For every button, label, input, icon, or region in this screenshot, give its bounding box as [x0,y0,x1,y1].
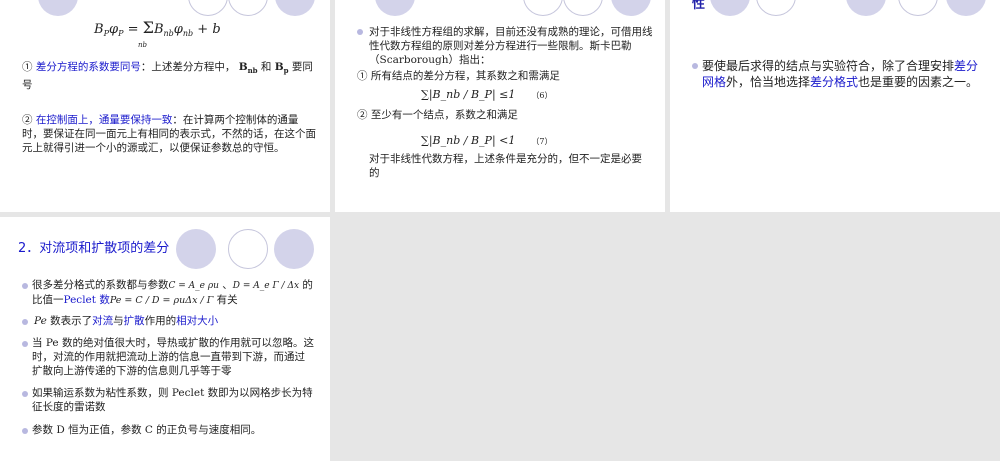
decorative-circle [756,0,796,16]
bullet-reynolds: 如果输运系数为粘性系数，则 Peclet 数即为以网格步长为特征长度的雷诺数 [32,387,313,413]
decorative-circle [228,229,268,269]
bullet-grid-scheme: 要使最后求得的结点与实验符合，除了合理安排差分网格外，恰当地选择差分格式也是重要… [702,59,979,89]
slide-thumbnail-2[interactable]: 对于非线性方程组的求解，目前还没有成熟的理论，可借用线性代数方程组的原则对差分方… [335,0,665,212]
condition-1: ① 差分方程的系数要同号：上述差分方程中， Bnb 和 Bp 要同号 [22,61,313,92]
decorative-circle [523,0,563,16]
decorative-circle [176,229,216,269]
sum-subscript: nb [138,41,147,49]
heading-fragment: 性 [692,0,706,12]
bullet-marker [22,391,28,397]
equation-balance: BPφP = ΣBnbφnb + b [94,18,221,38]
slide-thumbnail-4[interactable]: 2．对流项和扩散项的差分 很多差分格式的系数都与参数C = A_e ρu 、D … [0,217,330,461]
condition-2: ② 在控制面上，通量要保持一致：在计算两个控制体的通量时，要保证在同一面元上有相… [22,114,316,154]
decorative-circle [38,0,78,16]
bullet-sign-d-c: 参数 D 恒为正值，参数 C 的正负号与速度相同。 [32,424,262,436]
bullet-marker [692,63,698,69]
decorative-circle [710,0,750,16]
decorative-circle [274,229,314,269]
bullet-nonlinear: 对于非线性方程组的求解，目前还没有成熟的理论，可借用线性代数方程组的原则对差分方… [369,26,653,66]
conclusion-text: 对于非线性代数方程，上述条件是充分的，但不一定是必要的 [369,153,642,179]
bullet-large-pe: 当 Pe 数的绝对值很大时，导热或扩散的作用就可以忽略。这时，对流的作用就把流动… [32,337,314,377]
decorative-circle [375,0,415,16]
bullet-marker [22,341,28,347]
bullet-marker [22,428,28,434]
slide-thumbnail-1[interactable]: BPφP = ΣBnbφnb + b nb ① 差分方程的系数要同号：上述差分方… [0,0,330,212]
bullet-marker [357,29,363,35]
decorative-circle [188,0,228,16]
bullet-marker [22,319,28,325]
bullet-marker [22,283,28,289]
decorative-circle [611,0,651,16]
decorative-circle [563,0,603,16]
decorative-circle [275,0,315,16]
bullet-peclet-ratio: 很多差分格式的系数都与参数C = A_e ρu 、D = A_e Γ / Δx … [32,279,313,306]
inequality-6: ∑|B_nb / B_P| ≤1 （6） [421,88,553,101]
decorative-circle [898,0,938,16]
decorative-circle [846,0,886,16]
inequality-7: ∑|B_nb / B_P| <1 （7） [421,134,553,147]
decorative-circle [946,0,986,16]
condition-2: ② 至少有一个结点，系数之和满足 [357,109,518,121]
condition-1: ① 所有结点的差分方程，其系数之和需满足 [357,70,560,82]
bullet-pe-meaning: Pe 数表示了对流与扩散作用的相对大小 [34,315,219,327]
slide-thumbnail-3[interactable]: 性 要使最后求得的结点与实验符合，除了合理安排差分网格外，恰当地选择差分格式也是… [670,0,1000,212]
section-title: 2．对流项和扩散项的差分 [18,241,170,256]
decorative-circle [228,0,268,16]
